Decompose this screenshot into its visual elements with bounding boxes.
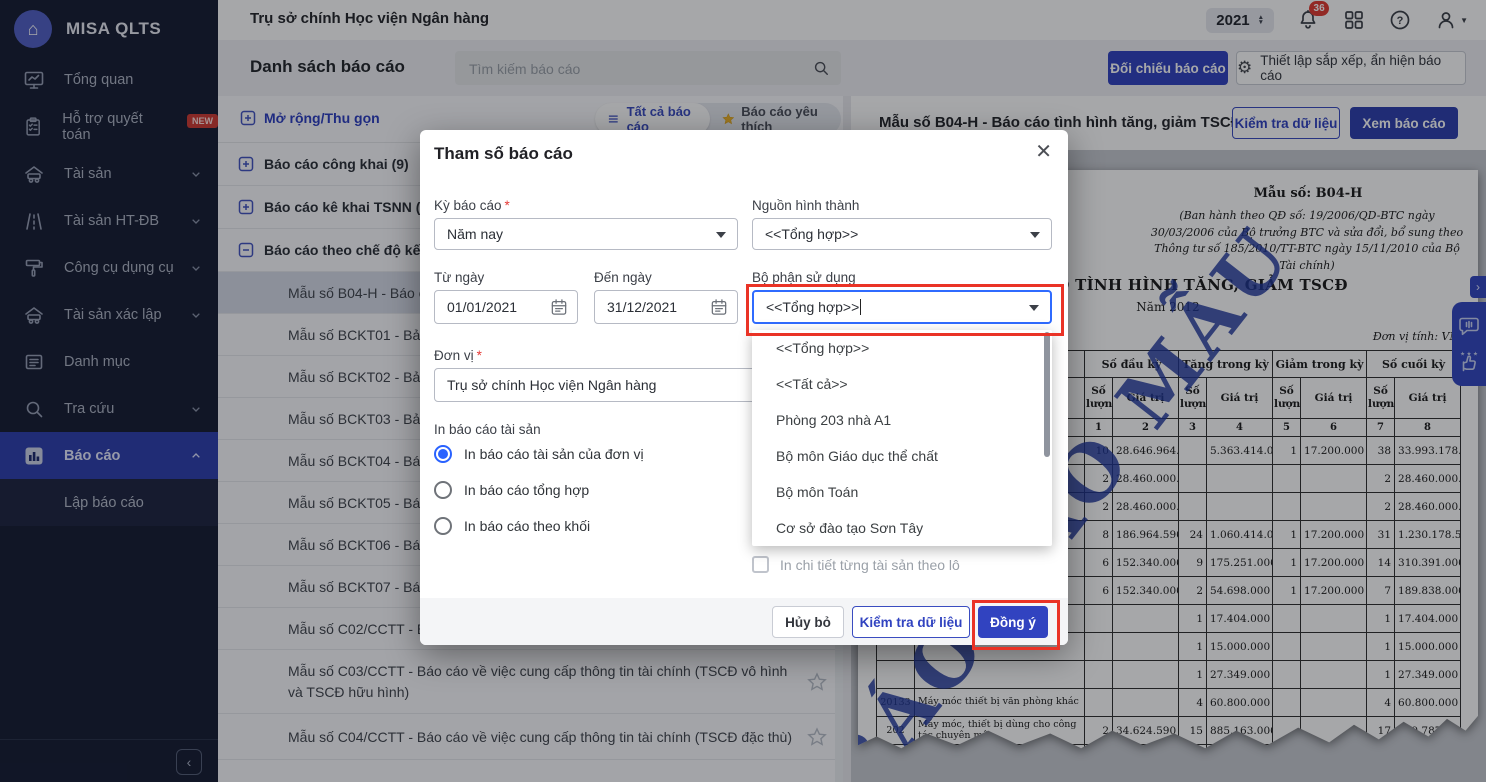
caret-down-icon xyxy=(1029,305,1039,311)
source-value: <<Tổng hợp>> xyxy=(765,226,859,242)
from-date-value: 01/01/2021 xyxy=(447,299,518,315)
unit-label: Đơn vị * xyxy=(434,348,482,363)
caret-down-icon xyxy=(716,232,726,238)
radio-icon[interactable] xyxy=(434,481,452,499)
calendar-icon[interactable] xyxy=(709,297,729,317)
to-date-value: 31/12/2021 xyxy=(607,299,678,315)
source-label: Nguồn hình thành xyxy=(752,198,860,213)
calendar-icon[interactable] xyxy=(549,297,569,317)
period-value: Năm nay xyxy=(447,226,504,242)
radio-label: In báo cáo tổng hợp xyxy=(464,482,590,498)
to-date-label: Đến ngày xyxy=(594,270,652,285)
period-select[interactable]: Năm nay xyxy=(434,218,738,250)
checkbox-icon[interactable] xyxy=(752,556,769,573)
radio-icon[interactable] xyxy=(434,445,452,463)
print-options-radio-group: In báo cáo tài sản của đơn vị In báo cáo… xyxy=(434,444,644,552)
print-group-label: In báo cáo tài sản xyxy=(434,422,541,437)
from-date-input[interactable]: 01/01/2021 xyxy=(434,290,578,324)
dropdown-scrollbar[interactable] xyxy=(1044,332,1050,457)
radio-label: In báo cáo theo khối xyxy=(464,518,591,534)
close-icon[interactable]: ✕ xyxy=(1035,142,1052,162)
from-date-label: Từ ngày xyxy=(434,270,485,285)
cancel-button[interactable]: Hủy bỏ xyxy=(772,606,844,638)
check-data-button[interactable]: Kiểm tra dữ liệu xyxy=(852,606,970,638)
to-date-input[interactable]: 31/12/2021 xyxy=(594,290,738,324)
app-window: ⌂ MISA QLTS Tổng quan Hỗ trợ quyết toán … xyxy=(0,0,1486,782)
dropdown-option[interactable]: Bộ môn Toán xyxy=(752,474,1052,510)
dropdown-options: <<Tổng hợp>> <<Tất cả>> Phòng 203 nhà A1… xyxy=(752,330,1052,546)
radio-icon[interactable] xyxy=(434,517,452,535)
report-params-modal: Tham số báo cáo ✕ Kỳ báo cáo * Năm nay Ng… xyxy=(420,130,1068,645)
dropdown-option[interactable]: Bộ môn Giáo dục thể chất xyxy=(752,438,1052,474)
department-value: <<Tổng hợp>> xyxy=(766,299,860,315)
dropdown-option[interactable]: <<Tất cả>> xyxy=(752,366,1052,402)
checkbox-label: In chi tiết từng tài sản theo lô xyxy=(780,556,960,573)
required-mark: * xyxy=(476,348,482,363)
lot-detail-checkbox-row: In chi tiết từng tài sản theo lô xyxy=(752,556,960,573)
dropdown-option[interactable]: Cơ sở đào tạo Sơn Tây xyxy=(752,510,1052,546)
modal-title: Tham số báo cáo xyxy=(434,144,573,163)
radio-option[interactable]: In báo cáo tổng hợp xyxy=(434,480,644,500)
radio-option[interactable]: In báo cáo theo khối xyxy=(434,516,644,536)
ok-button[interactable]: Đồng ý xyxy=(978,606,1048,638)
source-select[interactable]: <<Tổng hợp>> xyxy=(752,218,1052,250)
modal-footer: Hủy bỏ Kiểm tra dữ liệu Đồng ý xyxy=(420,598,1068,645)
radio-option[interactable]: In báo cáo tài sản của đơn vị xyxy=(434,444,644,464)
period-label: Kỳ báo cáo * xyxy=(434,198,510,213)
text-cursor xyxy=(860,299,862,315)
dropdown-option[interactable]: Phòng 203 nhà A1 xyxy=(752,402,1052,438)
required-mark: * xyxy=(504,198,510,213)
department-combobox[interactable]: <<Tổng hợp>> xyxy=(752,290,1052,324)
caret-down-icon xyxy=(1030,232,1040,238)
radio-label: In báo cáo tài sản của đơn vị xyxy=(464,446,644,462)
unit-value: Trụ sở chính Học viện Ngân hàng xyxy=(447,377,657,393)
department-label: Bộ phận sử dụng xyxy=(752,270,856,285)
department-dropdown: <<Tổng hợp>> <<Tất cả>> Phòng 203 nhà A1… xyxy=(752,330,1052,546)
dropdown-option[interactable]: <<Tổng hợp>> xyxy=(752,330,1052,366)
